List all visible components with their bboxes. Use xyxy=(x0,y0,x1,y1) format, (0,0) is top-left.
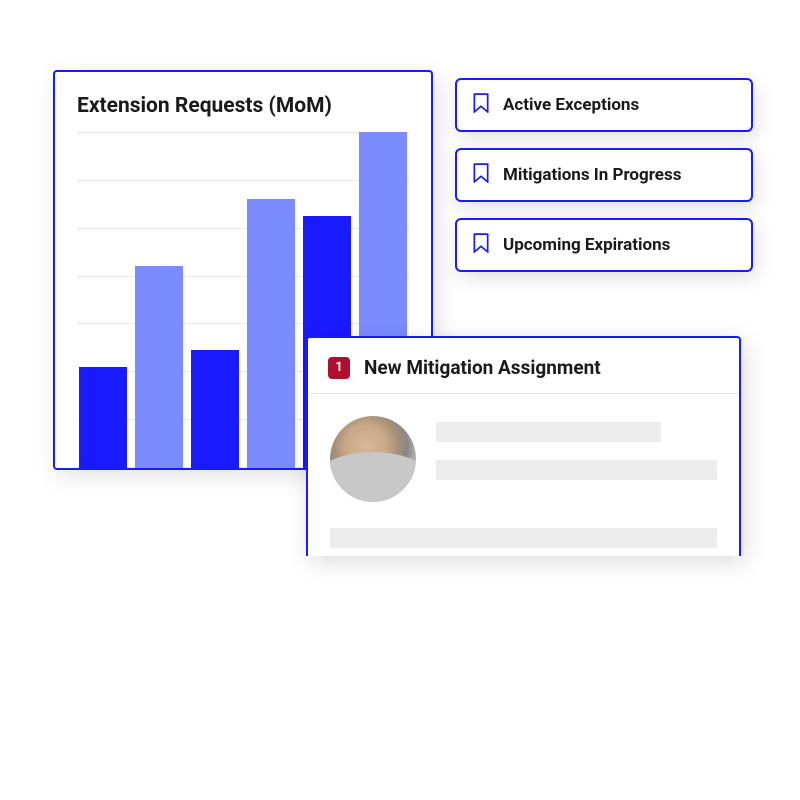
quick-filter-stack: Active Exceptions Mitigations In Progress… xyxy=(455,78,753,272)
notification-count-badge: 1 xyxy=(328,357,350,379)
notification-header: 1 New Mitigation Assignment xyxy=(308,338,739,394)
filter-pill-label: Active Exceptions xyxy=(503,95,639,115)
bookmark-icon xyxy=(473,93,489,117)
bookmark-icon xyxy=(473,233,489,257)
assignee-avatar xyxy=(330,416,416,502)
notification-content-lines xyxy=(436,416,717,480)
skeleton-line xyxy=(330,528,717,548)
chart-bar xyxy=(247,199,295,468)
chart-title: Extension Requests (MoM) xyxy=(77,94,409,118)
filter-pill[interactable]: Active Exceptions xyxy=(455,78,753,132)
filter-pill-label: Upcoming Expirations xyxy=(503,235,670,255)
notification-content-lines xyxy=(308,528,739,556)
filter-pill[interactable]: Upcoming Expirations xyxy=(455,218,753,272)
skeleton-line xyxy=(436,422,661,442)
notification-body xyxy=(308,394,739,528)
chart-bar xyxy=(191,350,239,468)
bookmark-icon xyxy=(473,163,489,187)
skeleton-line xyxy=(436,460,717,480)
filter-pill[interactable]: Mitigations In Progress xyxy=(455,148,753,202)
notification-card: 1 New Mitigation Assignment xyxy=(306,336,741,556)
chart-bar xyxy=(135,266,183,468)
filter-pill-label: Mitigations In Progress xyxy=(503,165,681,185)
chart-bar xyxy=(79,367,127,468)
notification-title: New Mitigation Assignment xyxy=(364,356,601,379)
